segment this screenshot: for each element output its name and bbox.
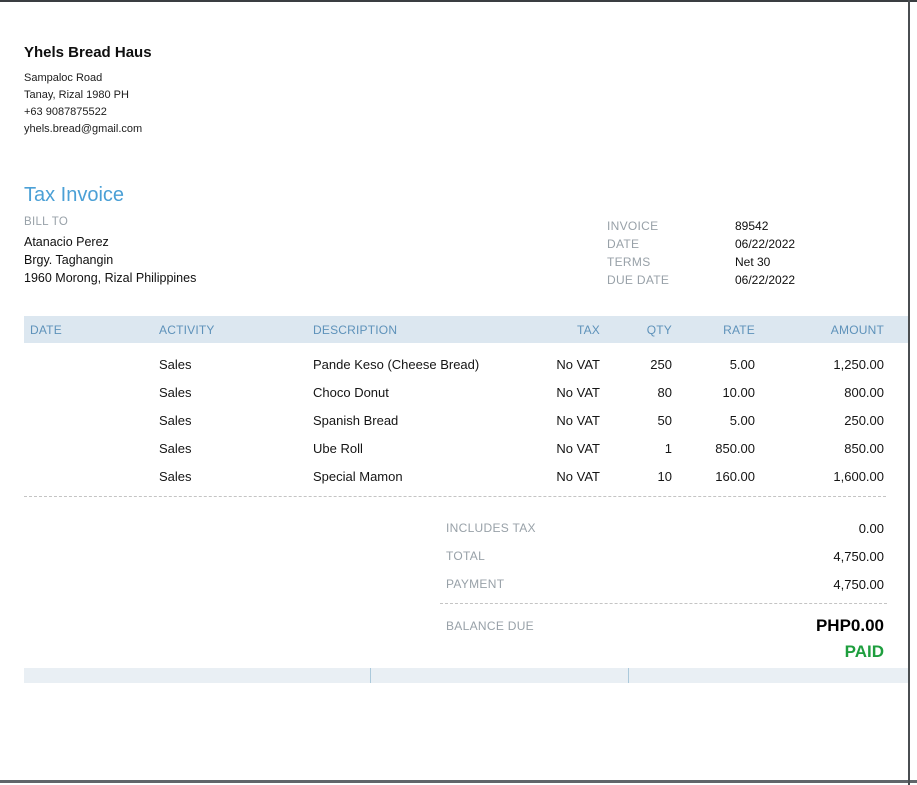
totals-row-payment: PAYMENT 4,750.00 bbox=[440, 570, 887, 598]
cell-amount: 1,600.00 bbox=[833, 468, 884, 484]
column-header-rate: RATE bbox=[723, 322, 755, 337]
column-header-date: DATE bbox=[30, 322, 62, 337]
totals-value: 0.00 bbox=[858, 520, 884, 536]
meta-row-terms: TERMS Net 30 bbox=[607, 253, 795, 271]
balance-due-label: BALANCE DUE bbox=[446, 619, 534, 633]
company-header: Yhels Bread Haus Sampaloc Road Tanay, Ri… bbox=[24, 44, 152, 138]
totals-label: PAYMENT bbox=[446, 577, 505, 591]
bill-to-name: Atanacio Perez bbox=[24, 235, 109, 249]
invoice-meta: INVOICE 89542 DATE 06/22/2022 TERMS Net … bbox=[607, 217, 795, 289]
balance-due-value: PHP0.00 bbox=[815, 616, 884, 635]
table-row: Sales Special Mamon No VAT 10 160.00 1,6… bbox=[24, 462, 908, 490]
bill-to-address-line2: 1960 Morong, Rizal Philippines bbox=[24, 271, 197, 285]
meta-value: 89542 bbox=[735, 219, 769, 233]
footer-bar bbox=[24, 668, 908, 683]
meta-label: INVOICE bbox=[607, 219, 659, 233]
items-table-body: Sales Pande Keso (Cheese Bread) No VAT 2… bbox=[24, 350, 908, 490]
totals-label: TOTAL bbox=[446, 549, 486, 563]
totals-label: INCLUDES TAX bbox=[446, 521, 536, 535]
cell-description: Ube Roll bbox=[313, 440, 363, 456]
meta-label: DUE DATE bbox=[607, 273, 670, 287]
cell-amount: 1,250.00 bbox=[833, 356, 884, 372]
items-divider bbox=[24, 496, 886, 497]
totals-value: 4,750.00 bbox=[833, 548, 884, 564]
company-email: yhels.bread@gmail.com bbox=[24, 123, 143, 135]
cell-rate: 5.00 bbox=[729, 412, 755, 428]
totals-row-total: TOTAL 4,750.00 bbox=[440, 542, 887, 570]
column-header-tax: TAX bbox=[576, 322, 600, 337]
table-row: Sales Pande Keso (Cheese Bread) No VAT 2… bbox=[24, 350, 908, 378]
page-bottom-border bbox=[0, 780, 917, 783]
meta-row-invoice: INVOICE 89542 bbox=[607, 217, 795, 235]
cell-amount: 250.00 bbox=[844, 412, 884, 428]
cell-qty: 250 bbox=[650, 356, 672, 372]
cell-tax: No VAT bbox=[556, 412, 600, 428]
meta-value: Net 30 bbox=[735, 255, 771, 269]
document-title: Tax Invoice bbox=[24, 184, 125, 206]
cell-activity: Sales bbox=[159, 440, 192, 456]
meta-value: 06/22/2022 bbox=[735, 237, 796, 251]
cell-description: Spanish Bread bbox=[313, 412, 399, 428]
table-row: Sales Ube Roll No VAT 1 850.00 850.00 bbox=[24, 434, 908, 462]
column-header-activity: ACTIVITY bbox=[159, 322, 215, 337]
company-contact-block: Sampaloc Road Tanay, Rizal 1980 PH +63 9… bbox=[24, 70, 152, 138]
company-phone: +63 9087875522 bbox=[24, 106, 107, 118]
cell-activity: Sales bbox=[159, 412, 192, 428]
page-top-border bbox=[0, 0, 917, 2]
table-row: Sales Spanish Bread No VAT 50 5.00 250.0… bbox=[24, 406, 908, 434]
cell-qty: 80 bbox=[657, 384, 672, 400]
totals-value: 4,750.00 bbox=[833, 576, 884, 592]
column-header-description: DESCRIPTION bbox=[313, 322, 398, 337]
cell-description: Pande Keso (Cheese Bread) bbox=[313, 356, 480, 372]
company-name: Yhels Bread Haus bbox=[24, 44, 152, 61]
column-header-amount: AMOUNT bbox=[830, 322, 884, 337]
footer-bar-separator bbox=[628, 668, 629, 683]
cell-qty: 1 bbox=[664, 440, 672, 456]
cell-tax: No VAT bbox=[556, 384, 600, 400]
totals-section: INCLUDES TAX 0.00 TOTAL 4,750.00 PAYMENT… bbox=[440, 514, 887, 662]
totals-divider bbox=[440, 603, 887, 604]
cell-rate: 5.00 bbox=[729, 356, 755, 372]
cell-activity: Sales bbox=[159, 468, 192, 484]
meta-row-date: DATE 06/22/2022 bbox=[607, 235, 795, 253]
items-table-header: DATE ACTIVITY DESCRIPTION TAX QTY RATE A… bbox=[24, 316, 908, 343]
totals-row-includes-tax: INCLUDES TAX 0.00 bbox=[440, 514, 887, 542]
meta-label: DATE bbox=[607, 237, 640, 251]
company-address-line1: Sampaloc Road bbox=[24, 72, 103, 84]
invoice-page: Yhels Bread Haus Sampaloc Road Tanay, Ri… bbox=[0, 0, 917, 785]
bill-to-section: BILL TO Atanacio Perez Brgy. Taghangin 1… bbox=[24, 216, 196, 287]
paid-status-badge: PAID bbox=[844, 642, 884, 661]
page-right-border bbox=[908, 0, 910, 785]
cell-rate: 850.00 bbox=[715, 440, 755, 456]
table-row: Sales Choco Donut No VAT 80 10.00 800.00 bbox=[24, 378, 908, 406]
company-address-line2: Tanay, Rizal 1980 PH bbox=[24, 89, 129, 101]
cell-activity: Sales bbox=[159, 384, 192, 400]
cell-activity: Sales bbox=[159, 356, 192, 372]
meta-row-due-date: DUE DATE 06/22/2022 bbox=[607, 271, 795, 289]
meta-value: 06/22/2022 bbox=[735, 273, 796, 287]
cell-qty: 10 bbox=[657, 468, 672, 484]
balance-due-row: BALANCE DUE PHP0.00 bbox=[440, 613, 887, 639]
cell-rate: 10.00 bbox=[722, 384, 755, 400]
bill-to-label: BILL TO bbox=[24, 216, 69, 228]
footer-bar-separator bbox=[370, 668, 371, 683]
cell-qty: 50 bbox=[657, 412, 672, 428]
cell-amount: 800.00 bbox=[844, 384, 884, 400]
column-header-qty: QTY bbox=[646, 322, 672, 337]
bill-to-address-line1: Brgy. Taghangin bbox=[24, 253, 114, 267]
cell-rate: 160.00 bbox=[715, 468, 755, 484]
meta-label: TERMS bbox=[607, 255, 651, 269]
cell-description: Choco Donut bbox=[313, 384, 389, 400]
cell-amount: 850.00 bbox=[844, 440, 884, 456]
cell-tax: No VAT bbox=[556, 440, 600, 456]
cell-tax: No VAT bbox=[556, 356, 600, 372]
cell-tax: No VAT bbox=[556, 468, 600, 484]
cell-description: Special Mamon bbox=[313, 468, 403, 484]
